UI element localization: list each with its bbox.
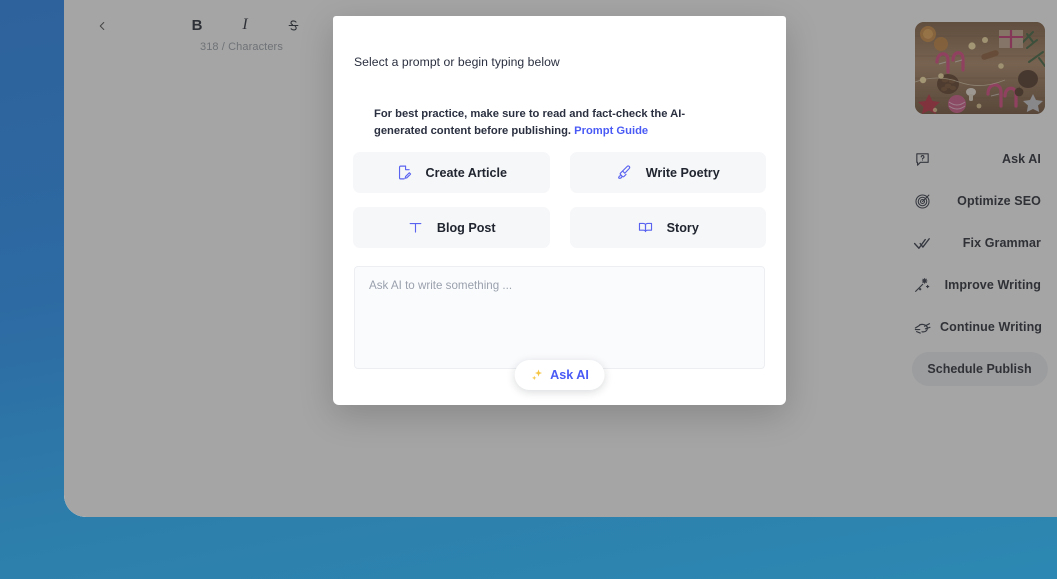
modal-notice: For best practice, make sure to read and… [374,106,729,140]
prompt-button-label: Create Article [425,165,507,180]
prompt-grid: Create Article Write Poetry Blog Post St… [353,152,766,248]
ask-ai-label: Ask AI [550,368,589,382]
text-t-icon [407,219,425,237]
prompt-button-write-poetry[interactable]: Write Poetry [569,152,766,193]
ai-prompt-modal: Select a prompt or begin typing below Fo… [333,16,786,405]
prompt-button-label: Blog Post [436,220,496,235]
ai-prompt-textarea[interactable] [354,266,765,369]
prompt-guide-link[interactable]: Prompt Guide [574,125,648,137]
ask-ai-submit-button[interactable]: Ask AI [514,360,605,390]
paintbrush-icon [616,164,634,182]
prompt-button-create-article[interactable]: Create Article [353,152,550,193]
sparkles-icon [530,368,544,382]
prompt-button-story[interactable]: Story [569,207,766,248]
prompt-button-label: Write Poetry [645,165,720,180]
prompt-button-label: Story [666,220,699,235]
open-book-icon [637,219,655,237]
file-pencil-icon [396,164,414,182]
prompt-button-blog-post[interactable]: Blog Post [353,207,550,248]
modal-title: Select a prompt or begin typing below [354,55,560,69]
